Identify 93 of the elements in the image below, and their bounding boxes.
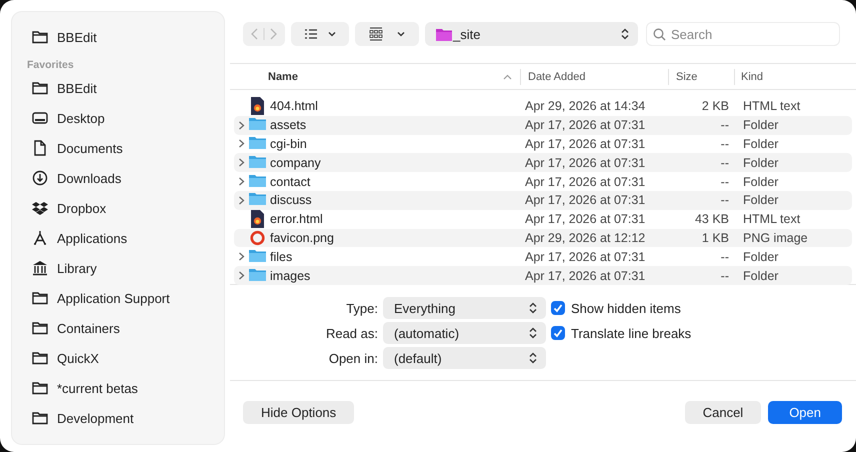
kind-cell-text: Folder	[742, 250, 778, 264]
checkbox-label[interactable]: Translate line breaks	[571, 326, 692, 340]
file-name[interactable]: 404.html	[270, 99, 318, 114]
sidebar-item[interactable]: Dropbox	[57, 200, 106, 216]
kind-cell-text: Folder	[742, 193, 778, 208]
date-cell-text: Apr 17, 2026 at 07:31	[525, 212, 646, 226]
kind-cell-text: PNG image	[742, 230, 808, 245]
date-cell-text: Apr 17, 2026 at 07:31	[525, 118, 646, 132]
open-button[interactable]: Open	[768, 401, 842, 424]
size-cell-text: --	[720, 118, 729, 132]
hide-options-button[interactable]: Hide Options	[243, 401, 354, 424]
sidebar-item[interactable]: Documents	[57, 140, 123, 156]
sidebar-item[interactable]: Applications	[57, 230, 128, 246]
size-cell-text: 2 KB	[700, 99, 729, 114]
kind-cell-text: Folder	[742, 174, 778, 189]
file-name[interactable]: favicon.png	[270, 230, 334, 245]
file-name[interactable]: assets	[270, 118, 306, 132]
column-header[interactable]: Kind	[735, 68, 764, 84]
popup-button[interactable]: Everything	[383, 297, 546, 319]
option-label: Open in:	[328, 350, 378, 366]
sidebar-item[interactable]: QuickX	[57, 350, 99, 366]
cancel-button[interactable]: Cancel	[684, 401, 762, 424]
building-icon	[31, 259, 49, 277]
file-name[interactable]: error.html	[270, 212, 323, 226]
date-cell-text: Apr 17, 2026 at 07:31	[525, 136, 646, 151]
file-name[interactable]: images	[270, 268, 310, 283]
file-name[interactable]: cgi-bin	[270, 136, 307, 151]
chevron-up-down-icon	[621, 28, 629, 40]
date-cell-text: Apr 17, 2026 at 07:31	[525, 156, 646, 170]
box-icon	[31, 199, 49, 217]
sidebar-item[interactable]: BBEdit	[57, 30, 97, 44]
size-cell-text: --	[720, 156, 729, 170]
document-icon	[249, 97, 266, 116]
document-icon	[249, 210, 266, 228]
date-cell-text: Apr 17, 2026 at 07:31	[525, 250, 646, 264]
popup-button[interactable]: (default)	[383, 347, 546, 369]
download-icon	[31, 169, 49, 187]
size-cell-text: --	[720, 268, 729, 283]
kind-cell-text: Folder	[742, 136, 778, 151]
column-header[interactable]: Date Added	[521, 68, 669, 84]
table-row[interactable]: images Apr 17, 2026 at 07:31 -- Folder	[234, 266, 852, 285]
sidebar-item[interactable]: Development	[57, 410, 134, 426]
table-row[interactable]: company Apr 17, 2026 at 07:31 -- Folder	[234, 153, 852, 172]
sidebar-item[interactable]: Desktop	[57, 110, 105, 126]
section-title: Favorites	[27, 58, 75, 73]
date-cell-text: Apr 17, 2026 at 07:31	[525, 174, 646, 189]
kind-cell-text: HTML text	[742, 99, 800, 114]
checkbox[interactable]	[551, 301, 565, 315]
popup-button[interactable]: (automatic)	[383, 322, 546, 344]
file-name[interactable]: contact	[270, 174, 310, 189]
list-view-button[interactable]	[291, 22, 349, 46]
column-header[interactable]: Name	[230, 68, 521, 84]
size-cell-text: --	[720, 136, 729, 151]
date-cell-text: Apr 17, 2026 at 07:31	[525, 268, 646, 283]
kind-cell-text: Folder	[742, 118, 778, 132]
table-row[interactable]: discuss Apr 17, 2026 at 07:31 -- Folder	[234, 190, 852, 210]
option-label: Type:	[345, 300, 378, 316]
kind-cell-text: Folder	[742, 156, 778, 170]
date-cell-text: Apr 29, 2026 at 12:12	[525, 230, 646, 245]
size-cell-text: 1 KB	[700, 230, 729, 245]
location-popup[interactable]: _site	[425, 22, 638, 46]
sidebar-item[interactable]: Containers	[57, 320, 120, 336]
chevron-up-down-icon	[529, 327, 537, 339]
file-name[interactable]: discuss	[270, 193, 312, 208]
size-cell-text: --	[720, 174, 729, 189]
date-cell-text: Apr 17, 2026 at 07:31	[525, 193, 646, 208]
folder-icon	[436, 28, 452, 40]
size-cell-text: --	[720, 250, 729, 264]
search-icon	[653, 28, 666, 41]
file-name[interactable]: company	[270, 156, 321, 170]
checkbox-label[interactable]: Show hidden items	[571, 300, 681, 316]
option-label: Read as:	[324, 326, 378, 340]
ring-icon	[249, 228, 266, 247]
column-header[interactable]: Size	[669, 68, 735, 84]
chevron-up-down-icon	[529, 302, 537, 314]
table-row[interactable]: assets Apr 17, 2026 at 07:31 -- Folder	[234, 116, 852, 135]
kind-cell-text: HTML text	[742, 212, 800, 226]
sidebar-item[interactable]: Library	[57, 260, 97, 276]
sort-ascending-icon	[503, 74, 512, 80]
chevron-up-down-icon	[529, 352, 537, 364]
size-cell-text: 43 KB	[694, 212, 729, 226]
group-button[interactable]	[355, 22, 419, 46]
sidebar-item[interactable]: BBEdit	[57, 80, 97, 96]
kind-cell-text: Folder	[742, 268, 778, 283]
file-name[interactable]: files	[270, 250, 292, 264]
checkbox[interactable]	[551, 326, 565, 340]
sidebar-item[interactable]: Application Support	[57, 290, 170, 306]
search-field[interactable]: Search	[646, 22, 840, 46]
date-cell-text: Apr 29, 2026 at 14:34	[525, 99, 646, 114]
size-cell-text: --	[720, 193, 729, 208]
sidebar-item[interactable]: Downloads	[57, 170, 122, 186]
sidebar-item[interactable]: *current betas	[57, 380, 138, 396]
table-row[interactable]: favicon.png Apr 29, 2026 at 12:12 1 KB PNG image	[234, 228, 852, 248]
